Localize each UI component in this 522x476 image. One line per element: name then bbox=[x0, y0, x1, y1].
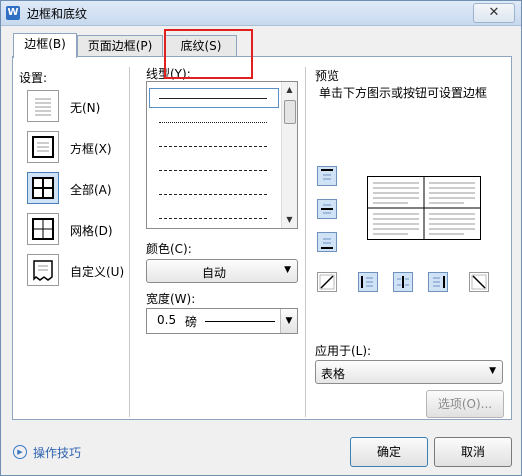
color-dropdown[interactable]: 自动 ▼ bbox=[146, 259, 298, 283]
setting-box-icon[interactable] bbox=[27, 131, 59, 163]
width-unit: 磅 bbox=[185, 315, 198, 329]
width-dropdown[interactable]: 0.5 磅 ▼ bbox=[146, 308, 298, 334]
border-preview[interactable] bbox=[367, 176, 481, 240]
apply-to-dropdown[interactable]: 表格 ▼ bbox=[315, 360, 503, 384]
borders-panel: 设置: 无(N) 方框(X) 全部(A) 网格(D) 自定义(U) 线型(Y):… bbox=[12, 56, 512, 420]
play-circle-icon: ▶ bbox=[13, 445, 27, 459]
line-style-scrollbar[interactable]: ▲ ▼ bbox=[281, 82, 297, 228]
scroll-up-icon[interactable]: ▲ bbox=[282, 82, 297, 98]
setting-none-icon[interactable] bbox=[27, 90, 59, 122]
preview-heading: 预览 bbox=[315, 69, 340, 83]
width-sample-line bbox=[205, 321, 275, 322]
apply-to-label: 应用于(L): bbox=[315, 344, 372, 358]
diagonal-down-border-button[interactable] bbox=[469, 272, 489, 292]
setting-custom-label[interactable]: 自定义(U) bbox=[70, 263, 124, 280]
diagonal-up-border-button[interactable] bbox=[317, 272, 337, 292]
setting-box-label[interactable]: 方框(X) bbox=[70, 140, 112, 157]
ok-button[interactable]: 确定 bbox=[350, 437, 428, 467]
width-value: 0.5 bbox=[157, 313, 177, 327]
cancel-button[interactable]: 取消 bbox=[434, 437, 512, 467]
preview-hint: 单击下方图示或按钮可设置边框 bbox=[319, 86, 488, 100]
border-shading-dialog: W 边框和底纹 ✕ 边框(B) 页面边框(P) 底纹(S) 设置: 无(N) 方… bbox=[0, 0, 522, 476]
left-border-button[interactable] bbox=[358, 272, 378, 292]
top-border-button[interactable] bbox=[317, 166, 337, 186]
line-style-solid[interactable] bbox=[159, 98, 267, 99]
title-bar: W 边框和底纹 ✕ bbox=[1, 1, 521, 26]
width-label: 宽度(W): bbox=[146, 292, 196, 306]
line-style-dashed[interactable] bbox=[159, 170, 267, 171]
setting-none-label[interactable]: 无(N) bbox=[70, 99, 100, 116]
line-style-dash-dot-dot[interactable] bbox=[159, 218, 267, 219]
tab-borders[interactable]: 边框(B) bbox=[13, 33, 77, 58]
chevron-down-icon: ▼ bbox=[284, 265, 291, 275]
color-label: 颜色(C): bbox=[146, 242, 192, 256]
scroll-thumb[interactable] bbox=[284, 100, 296, 124]
chevron-down-icon: ▼ bbox=[489, 366, 496, 376]
close-button[interactable]: ✕ bbox=[473, 3, 515, 23]
settings-heading: 设置: bbox=[19, 71, 48, 85]
inside-vertical-border-button[interactable] bbox=[393, 272, 413, 292]
tab-page-borders[interactable]: 页面边框(P) bbox=[77, 35, 163, 56]
scroll-down-icon[interactable]: ▼ bbox=[282, 212, 297, 228]
divider-left bbox=[129, 67, 130, 417]
inside-horizontal-border-button[interactable] bbox=[317, 199, 337, 219]
dialog-title: 边框和底纹 bbox=[27, 7, 88, 21]
setting-custom-icon[interactable] bbox=[27, 254, 59, 286]
setting-all-label[interactable]: 全部(A) bbox=[70, 181, 112, 198]
highlight-annotation-box bbox=[164, 29, 253, 79]
divider-right bbox=[305, 67, 306, 417]
line-style-dotted[interactable] bbox=[159, 122, 267, 123]
line-style-fine-dashed[interactable] bbox=[159, 146, 267, 147]
chevron-down-icon: ▼ bbox=[280, 309, 297, 333]
setting-all-icon[interactable] bbox=[27, 172, 59, 204]
apply-to-value: 表格 bbox=[321, 367, 346, 381]
right-border-button[interactable] bbox=[428, 272, 448, 292]
setting-grid-label[interactable]: 网格(D) bbox=[70, 222, 113, 239]
line-style-list[interactable]: ▲ ▼ bbox=[146, 81, 298, 229]
setting-grid-icon[interactable] bbox=[27, 213, 59, 245]
wps-writer-icon: W bbox=[6, 6, 20, 20]
help-link-label[interactable]: 操作技巧 bbox=[33, 444, 81, 461]
line-style-dash-dot[interactable] bbox=[159, 194, 267, 195]
color-value: 自动 bbox=[202, 266, 227, 280]
bottom-border-button[interactable] bbox=[317, 232, 337, 252]
options-button[interactable]: 选项(O)... bbox=[426, 390, 504, 418]
